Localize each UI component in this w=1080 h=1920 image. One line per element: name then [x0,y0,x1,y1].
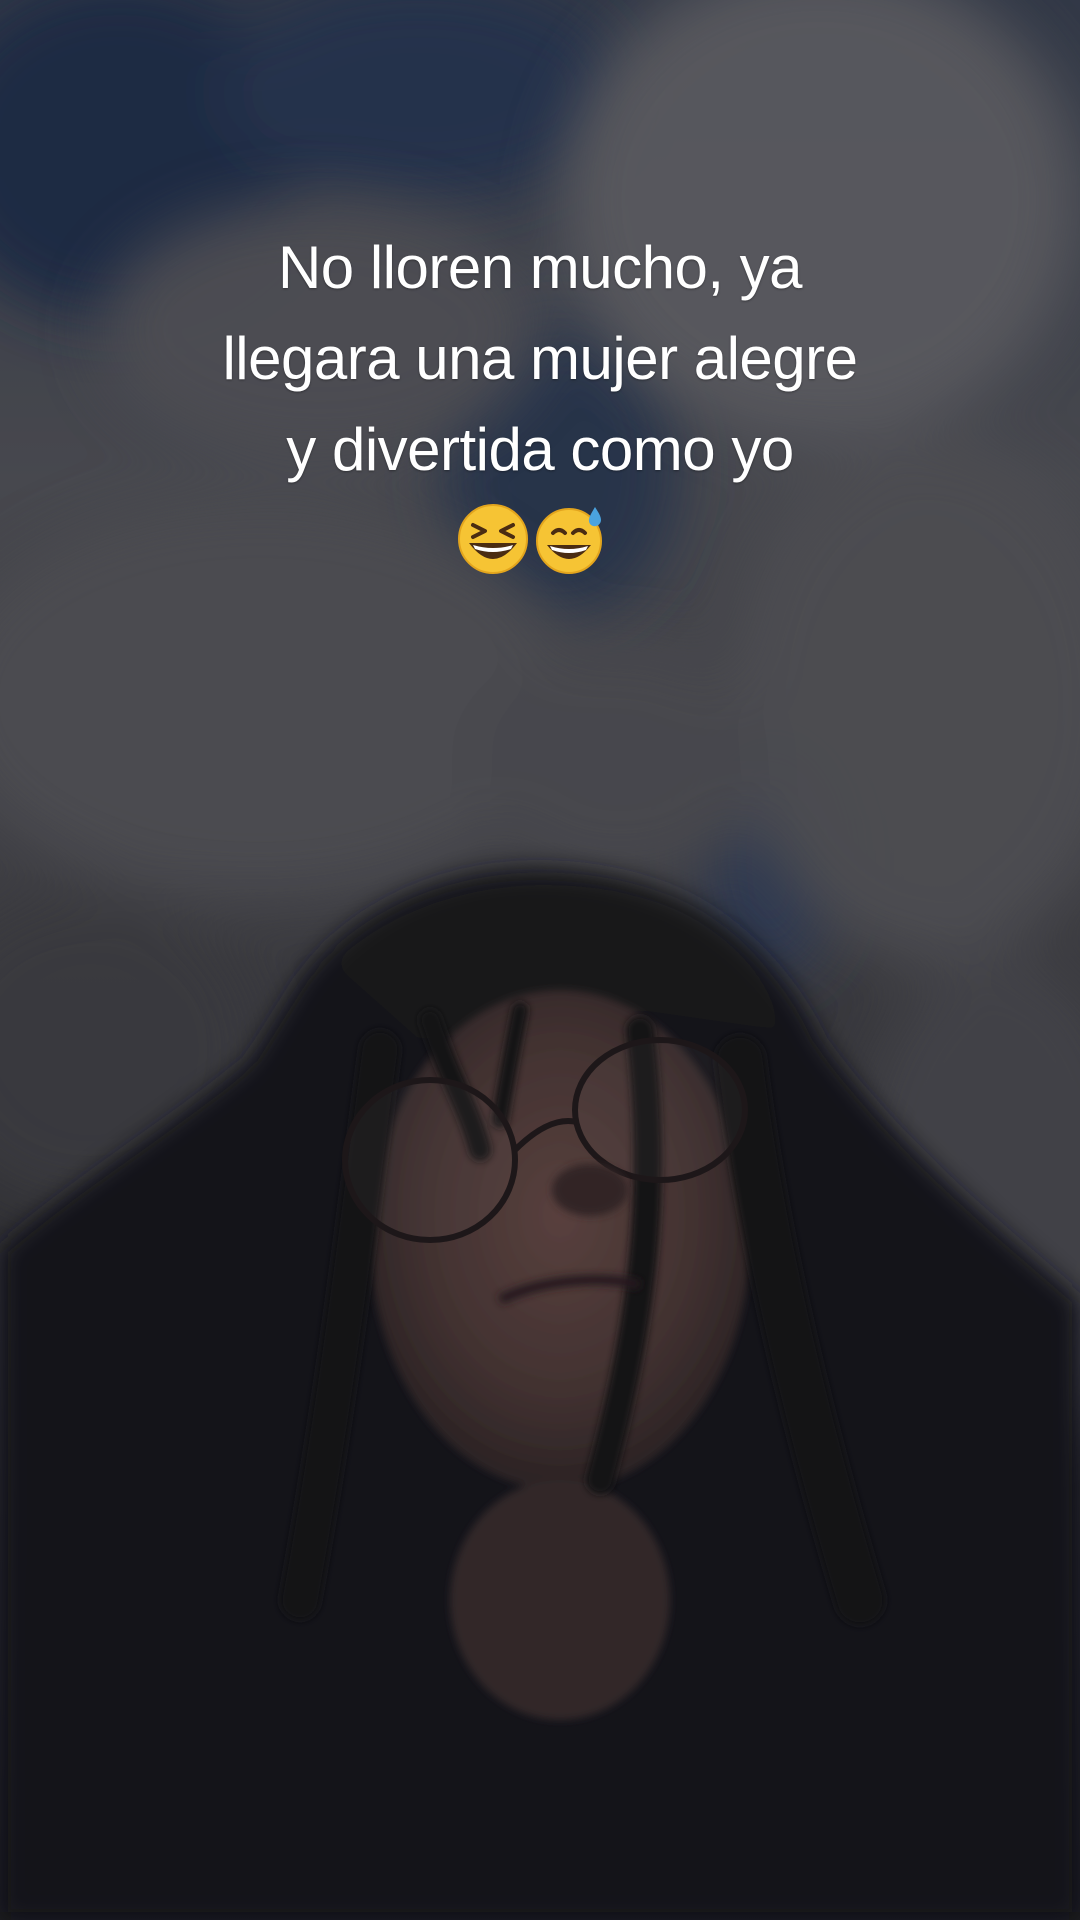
grinning-squinting-face-icon [458,504,528,574]
caption-line: No lloren mucho, ya [277,234,803,301]
caption-text: No lloren mucho, ya llegara una mujer al… [140,222,940,495]
caption-emojis [458,504,602,574]
caption-line: y divertida como yo [286,416,794,483]
grinning-face-with-sweat-icon [536,507,602,574]
video-frame: No lloren mucho, ya llegara una mujer al… [0,0,1080,1920]
caption-line: llegara una mujer alegre [222,325,858,392]
